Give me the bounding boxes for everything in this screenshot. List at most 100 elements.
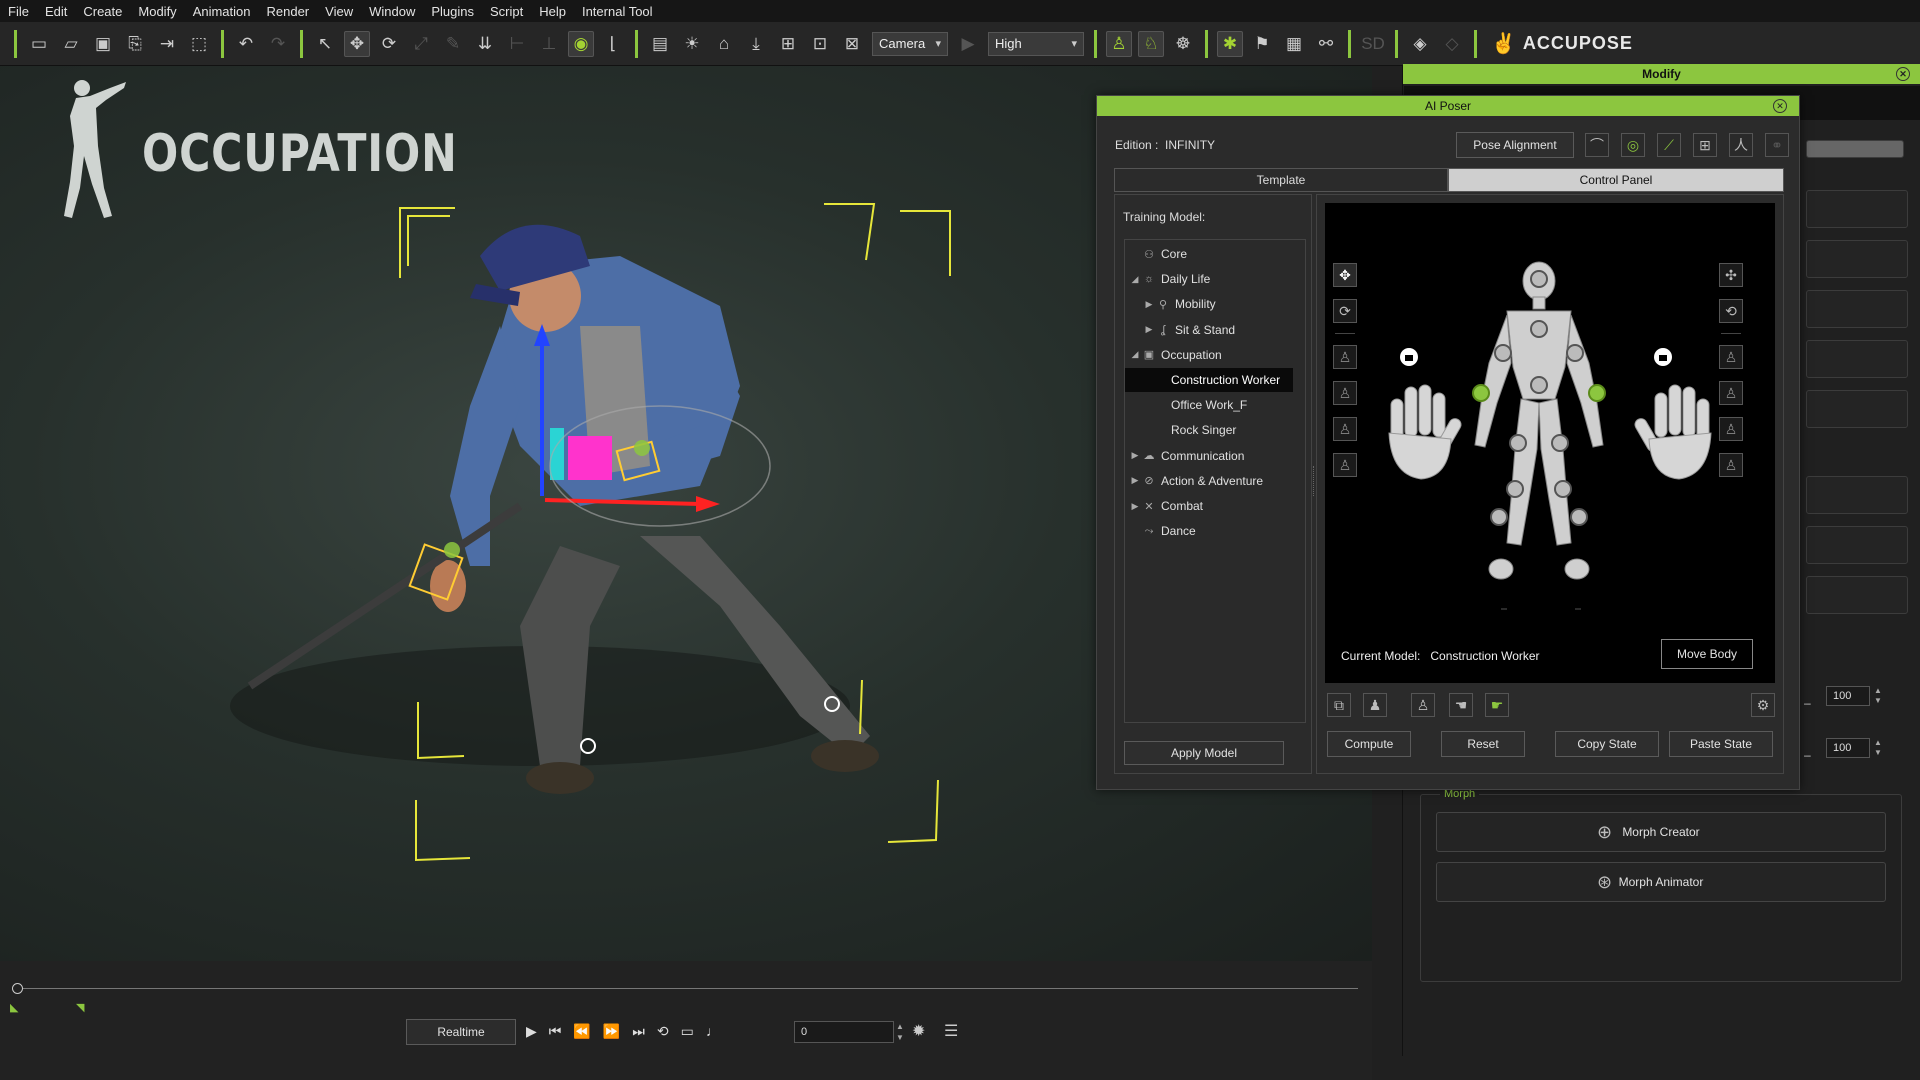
menu-item-modify[interactable]: Modify xyxy=(130,4,184,19)
pick-parent-icon[interactable]: ⇊ xyxy=(472,31,498,57)
menu-item-animation[interactable]: Animation xyxy=(185,4,259,19)
undo-icon[interactable]: ↶ xyxy=(233,31,259,57)
first-frame-icon[interactable]: ⏮ xyxy=(549,1023,562,1040)
timeline-playhead[interactable] xyxy=(12,983,23,994)
frame-all-icon[interactable]: ⊡ xyxy=(807,31,833,57)
value-spinner-2-icon[interactable]: ▲ ▼ xyxy=(1874,738,1882,758)
rotate-gizmo-icon[interactable]: ⟳ xyxy=(376,31,402,57)
tree-item-rock-singer[interactable]: Rock Singer xyxy=(1125,418,1293,442)
modify-close-icon[interactable]: ✕ xyxy=(1896,67,1910,81)
paste-state-button[interactable]: Paste State xyxy=(1669,731,1773,757)
range-start-marker-icon[interactable]: ◣ xyxy=(10,1001,18,1014)
menu-item-script[interactable]: Script xyxy=(482,4,531,19)
pose-edit-icon[interactable]: ♙ xyxy=(1106,30,1132,57)
zoom-extent-icon[interactable]: ⊠ xyxy=(839,31,865,57)
puppet-icon[interactable]: ☸ xyxy=(1170,31,1196,57)
left-wrist-pin-active[interactable] xyxy=(1472,384,1490,402)
tree-item-mobility[interactable]: ▶ ⚲ Mobility xyxy=(1125,292,1293,316)
mannequin-figure[interactable] xyxy=(1474,261,1604,580)
scale-gizmo-icon[interactable]: ⤢ xyxy=(408,31,434,57)
collapse-arrow-icon[interactable]: ◢ xyxy=(1129,349,1141,360)
tree-item-office-work-f[interactable]: Office Work_F xyxy=(1125,393,1293,417)
modify-slot-2[interactable] xyxy=(1806,240,1908,278)
range-end-marker-icon[interactable]: ◥ xyxy=(76,1001,84,1014)
link-icon[interactable]: ⚯ xyxy=(1313,31,1339,57)
expand-arrow-icon[interactable]: ▶ xyxy=(1129,450,1141,461)
modify-slot-1[interactable] xyxy=(1806,190,1908,228)
expand-arrow-icon[interactable]: ▶ xyxy=(1143,299,1155,310)
keyframe-icon[interactable]: ◈ xyxy=(1407,31,1433,57)
pose-figure-icon[interactable]: ⼈ xyxy=(1729,133,1753,157)
body-focus-icon[interactable]: ◎ xyxy=(1621,133,1645,157)
copy-state-button[interactable]: Copy State xyxy=(1555,731,1659,757)
menu-item-view[interactable]: View xyxy=(317,4,361,19)
motion-edit-icon[interactable]: ♘ xyxy=(1138,30,1164,57)
tree-item-action-adventure[interactable]: ▶ ⊘ Action & Adventure xyxy=(1125,469,1293,493)
layout-icon[interactable]: ▤ xyxy=(647,31,673,57)
morph-creator-button[interactable]: ⊕ Morph Creator xyxy=(1436,812,1886,852)
save-icon[interactable]: ▣ xyxy=(90,31,116,57)
value-spinner-1-icon[interactable]: ▲ ▼ xyxy=(1874,686,1882,706)
gizmo-pink-box[interactable] xyxy=(568,436,612,480)
link-off-icon[interactable]: ⚭ xyxy=(1765,133,1789,157)
loop-icon[interactable]: ⟲ xyxy=(657,1023,669,1040)
import-icon[interactable]: ⎘ xyxy=(122,31,148,57)
quality-select[interactable]: High xyxy=(988,31,1084,56)
body-map[interactable] xyxy=(1325,203,1775,623)
subtitle-icon[interactable]: ▭ xyxy=(681,1023,694,1040)
ai-poser-close-icon[interactable]: ✕ xyxy=(1773,99,1787,113)
frame-number-field[interactable]: 0 xyxy=(794,1021,894,1043)
move-body-button[interactable]: Move Body xyxy=(1661,639,1753,669)
tab-template[interactable]: Template xyxy=(1114,168,1448,192)
grid-view-icon[interactable]: ⊞ xyxy=(1693,133,1717,157)
flag-icon[interactable]: ⚑ xyxy=(1249,31,1275,57)
reset-button[interactable]: Reset xyxy=(1441,731,1525,757)
menu-item-render[interactable]: Render xyxy=(259,4,318,19)
open-folder-icon[interactable]: ▱ xyxy=(58,31,84,57)
tree-item-sit-stand[interactable]: ▶ ʆ Sit & Stand xyxy=(1125,318,1293,342)
right-hand-lock-icon[interactable] xyxy=(1654,348,1672,366)
frame-selected-icon[interactable]: ⊞ xyxy=(775,31,801,57)
left-hand-lock-icon[interactable] xyxy=(1400,348,1418,366)
align-left-icon[interactable]: ⊢ xyxy=(504,31,530,57)
visibility-eye-icon[interactable]: ◉ xyxy=(568,30,594,57)
music-note-icon[interactable]: ♩ xyxy=(706,1023,720,1040)
menu-item-window[interactable]: Window xyxy=(361,4,423,19)
play-icon[interactable]: ▶ xyxy=(526,1023,537,1040)
tree-item-construction-worker[interactable]: Construction Worker xyxy=(1125,368,1293,392)
menu-item-internal-tool[interactable]: Internal Tool xyxy=(574,4,661,19)
video-camera-icon[interactable]: ▶ xyxy=(955,31,981,57)
pose-copy-icon[interactable]: ♟ xyxy=(1363,693,1387,717)
frame-spinner-icon[interactable]: ▲ ▼ xyxy=(896,1021,904,1043)
limb-tool-icon[interactable]: ⟋ xyxy=(1657,133,1681,157)
menu-item-create[interactable]: Create xyxy=(75,4,130,19)
camera-select[interactable]: Camera xyxy=(872,31,948,56)
last-frame-icon[interactable]: ⏭ xyxy=(632,1023,645,1040)
mirror-icon[interactable]: ⧉ xyxy=(1327,693,1351,717)
timeline-track[interactable] xyxy=(18,988,1358,989)
light-sun-icon[interactable]: ☀ xyxy=(679,31,705,57)
tree-item-combat[interactable]: ▶ ✕ Combat xyxy=(1125,494,1293,518)
compute-button[interactable]: Compute xyxy=(1327,731,1411,757)
modify-slot-7[interactable] xyxy=(1806,526,1908,564)
tree-item-dance[interactable]: ⤳ Dance xyxy=(1125,519,1293,543)
tab-control-panel[interactable]: Control Panel xyxy=(1448,168,1784,192)
menu-item-help[interactable]: Help xyxy=(531,4,574,19)
expand-arrow-icon[interactable]: ▶ xyxy=(1143,324,1155,335)
new-file-icon[interactable]: ▭ xyxy=(26,31,52,57)
hand-lock-icon[interactable]: ☛ xyxy=(1485,693,1509,717)
menu-item-edit[interactable]: Edit xyxy=(37,4,75,19)
expand-arrow-icon[interactable]: ▶ xyxy=(1129,475,1141,486)
realtime-button[interactable]: Realtime xyxy=(406,1019,516,1045)
value-field-2[interactable]: 100 xyxy=(1826,738,1870,758)
modify-tab-strip[interactable] xyxy=(1806,140,1904,158)
settings-sun-icon[interactable]: ✹ xyxy=(912,1021,925,1041)
tree-item-occupation[interactable]: ◢ ▣ Occupation xyxy=(1125,343,1293,367)
tree-item-daily-life[interactable]: ◢ ☼ Daily Life xyxy=(1125,267,1293,291)
paint-brush-icon[interactable]: ✎ xyxy=(440,31,466,57)
next-key-icon[interactable]: ⏩ xyxy=(603,1023,620,1040)
modify-slot-8[interactable] xyxy=(1806,576,1908,614)
collapse-arrow-icon[interactable]: ◢ xyxy=(1129,274,1141,285)
gizmo-x-axis[interactable] xyxy=(544,498,701,506)
left-hand-map[interactable] xyxy=(1388,384,1463,480)
